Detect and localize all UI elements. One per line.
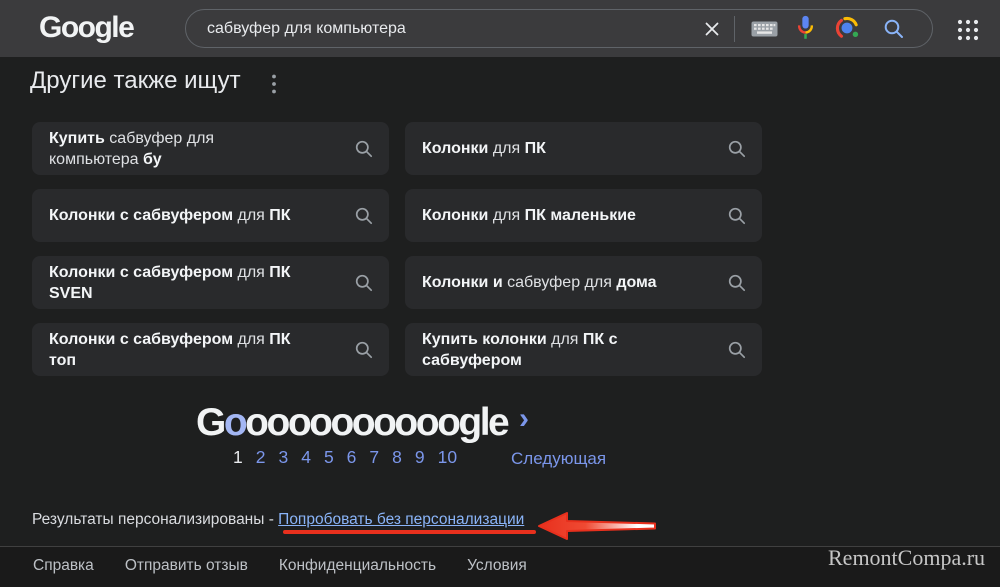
search-icon [727,273,747,293]
related-search-tile[interactable]: Купить сабвуфер для компьютера бу [32,122,389,175]
tile-label: Колонки и сабвуфер для дома [422,272,727,293]
personalization-note: Результаты персонализированы - Попробова… [32,511,524,529]
footer-links: Справка Отправить отзыв Конфиденциальность… [33,557,527,575]
pagination-logo: Gooooooooooogle [196,401,507,445]
search-icon [354,206,374,226]
watermark: RemontCompa.ru [828,545,985,571]
annotation-arrow-icon [537,510,659,542]
related-searches-grid: Купить сабвуфер для компьютера бу Колонки… [32,122,762,376]
page-link[interactable]: 5 [324,447,334,468]
related-search-tile[interactable]: Купить колонки для ПК с сабвуфером [405,323,762,376]
footer-link[interactable]: Условия [467,557,527,575]
search-box[interactable]: сабвуфер для компьютера [185,9,933,48]
page-link[interactable]: 4 [301,447,311,468]
page-link[interactable]: 8 [392,447,402,468]
tile-label: Колонки с сабвуфером для ПК SVEN [49,262,354,304]
tile-label: Колонки с сабвуфером для ПК [49,205,354,226]
footer: Справка Отправить отзыв Конфиденциальность… [0,546,1000,587]
tile-label: Колонки с сабвуфером для ПК топ [49,329,354,371]
search-input[interactable]: сабвуфер для компьютера [207,20,704,38]
search-box-icons [704,15,906,42]
current-page-number: 1 [233,447,243,468]
pagination-logo-os: ooooooooo [245,401,437,444]
next-page-link[interactable]: Следующая [511,449,606,469]
search-icon[interactable] [882,17,906,41]
page-link[interactable]: 7 [369,447,379,468]
page-link[interactable]: 10 [438,447,457,468]
no-personalization-link[interactable]: Попробовать без персонализации [278,511,524,528]
search-icon [354,139,374,159]
related-search-tile[interactable]: Колонки и сабвуфер для дома [405,256,762,309]
pagination-logo-end: ogle [437,401,507,444]
page-link[interactable]: 9 [415,447,425,468]
tile-label: Колонки для ПК маленькие [422,205,727,226]
search-icon [727,139,747,159]
microphone-icon[interactable] [796,15,815,42]
footer-link[interactable]: Отправить отзыв [125,557,248,575]
tile-label: Купить сабвуфер для компьютера бу [49,128,354,170]
search-icon [727,340,747,360]
search-icon [727,206,747,226]
clear-icon[interactable] [704,21,720,37]
apps-grid-icon[interactable] [956,18,980,47]
related-searches-heading: Другие также ищут [30,67,241,95]
footer-link[interactable]: Справка [33,557,94,575]
google-search-page: Google сабвуфер для компьютера [0,0,1000,587]
search-icon [354,340,374,360]
annotation-underline [283,530,536,534]
related-search-tile[interactable]: Колонки для ПК [405,122,762,175]
lens-icon[interactable] [835,16,860,41]
page-numbers: 123456789 10 [233,447,457,468]
divider [734,16,735,42]
search-icon [354,273,374,293]
pagination-current-o: o [224,401,245,444]
footer-link[interactable]: Конфиденциальность [279,557,436,575]
keyboard-icon[interactable] [751,19,778,38]
top-app-bar: Google сабвуфер для компьютера [0,0,1000,57]
page-link[interactable]: 2 [256,447,266,468]
next-page-chevron-icon[interactable]: › [519,404,529,434]
more-options-icon[interactable] [270,73,278,100]
page-link[interactable]: 3 [278,447,288,468]
page-link[interactable]: 6 [347,447,357,468]
related-search-tile[interactable]: Колонки с сабвуфером для ПК SVEN [32,256,389,309]
tile-label: Колонки для ПК [422,138,727,159]
personalization-text: Результаты персонализированы - [32,511,278,528]
related-search-tile[interactable]: Колонки для ПК маленькие [405,189,762,242]
related-search-tile[interactable]: Колонки с сабвуфером для ПК [32,189,389,242]
google-logo[interactable]: Google [39,11,133,45]
pagination-logo-g: G [196,401,224,444]
related-search-tile[interactable]: Колонки с сабвуфером для ПК топ [32,323,389,376]
tile-label: Купить колонки для ПК с сабвуфером [422,329,727,371]
